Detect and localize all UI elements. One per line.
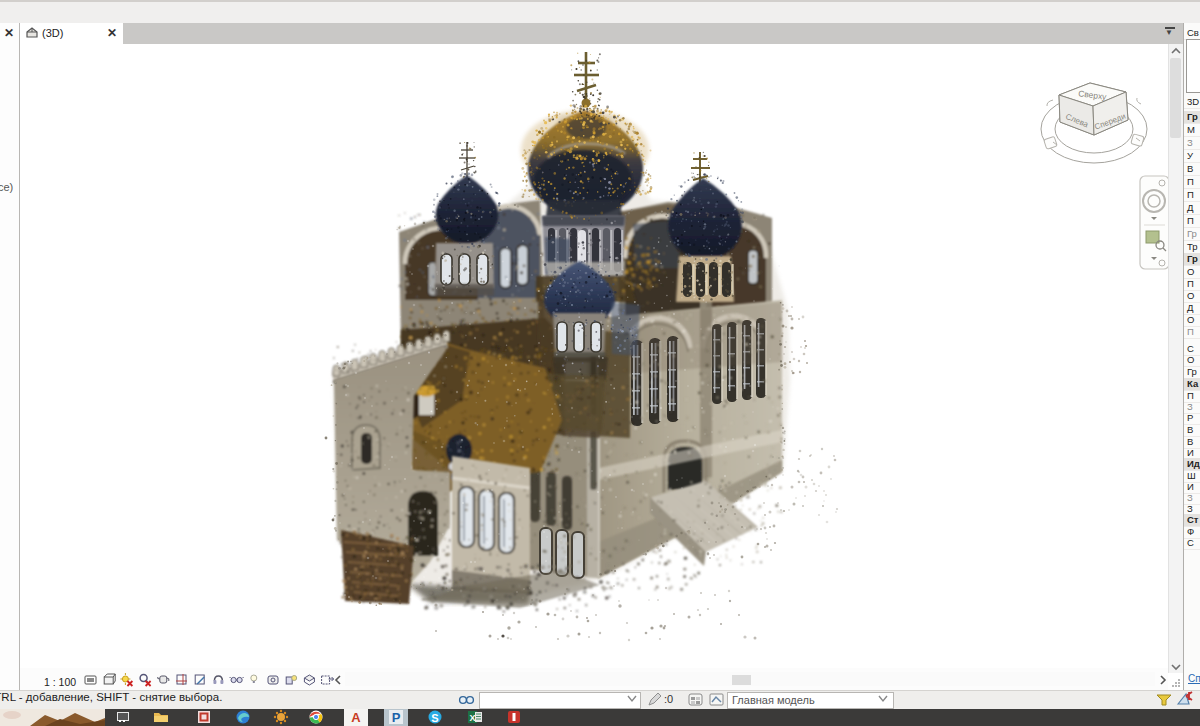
svg-text:A: A bbox=[351, 710, 361, 725]
svg-text:X: X bbox=[469, 713, 475, 723]
svg-text:S: S bbox=[431, 712, 438, 724]
svg-text:Р: Р bbox=[392, 710, 401, 725]
